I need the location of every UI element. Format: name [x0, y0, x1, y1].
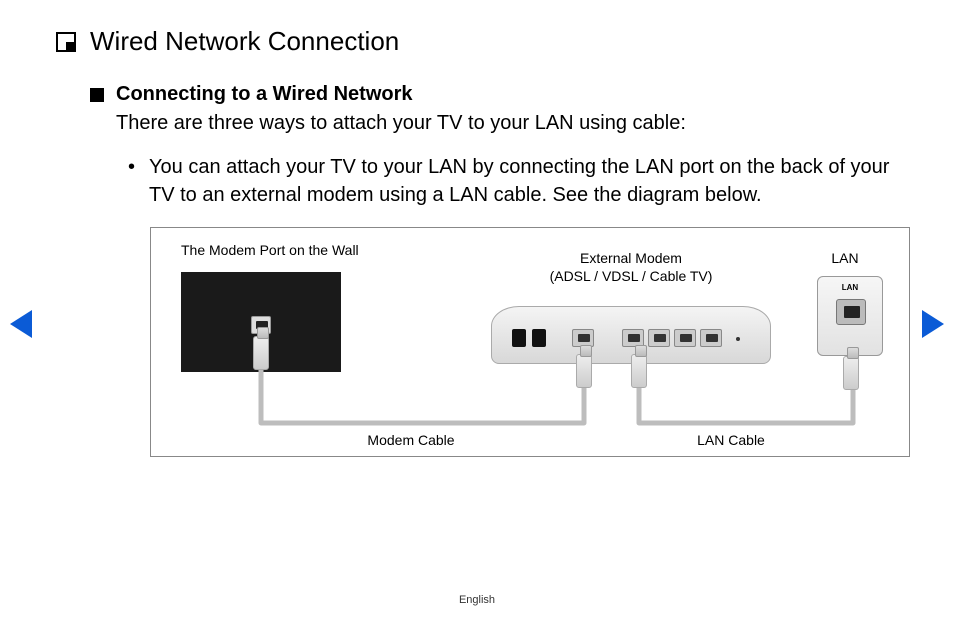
diagram-modem-cable-label: Modem Cable — [351, 432, 471, 448]
cable-plug-icon — [576, 354, 592, 388]
diagram-wall-label: The Modem Port on the Wall — [181, 242, 359, 258]
next-page-button[interactable] — [922, 310, 944, 338]
section-bullet-icon — [90, 88, 104, 102]
list-bullet-icon: • — [128, 153, 135, 209]
prev-page-button[interactable] — [10, 310, 32, 338]
cable-plug-icon — [253, 336, 269, 370]
cable-plug-icon — [843, 356, 859, 390]
footer-language: English — [0, 594, 954, 606]
page-title: Wired Network Connection — [90, 26, 399, 57]
modem-port-icon — [700, 329, 722, 347]
tv-lan-port-graphic: LAN — [817, 276, 883, 356]
diagram-lan-label: LAN — [815, 250, 875, 266]
diagram-lan-cable-label: LAN Cable — [671, 432, 791, 448]
lan-jack-icon — [836, 299, 866, 325]
diagram-modem-label: External Modem — [531, 250, 731, 266]
section-intro-text: There are three ways to attach your TV t… — [116, 112, 898, 135]
list-item-text: You can attach your TV to your LAN by co… — [149, 153, 898, 209]
modem-button-icon — [512, 329, 526, 347]
modem-port-icon — [648, 329, 670, 347]
modem-led-icon — [736, 337, 740, 341]
modem-button-icon — [532, 329, 546, 347]
cable-plug-icon — [631, 354, 647, 388]
title-bullet-icon — [56, 32, 76, 52]
section-heading: Connecting to a Wired Network — [116, 83, 413, 106]
diagram-modem-sublabel: (ADSL / VDSL / Cable TV) — [531, 268, 731, 284]
lan-port-tag: LAN — [818, 283, 882, 292]
connection-diagram: The Modem Port on the Wall External Mode… — [150, 227, 910, 457]
modem-port-icon — [674, 329, 696, 347]
